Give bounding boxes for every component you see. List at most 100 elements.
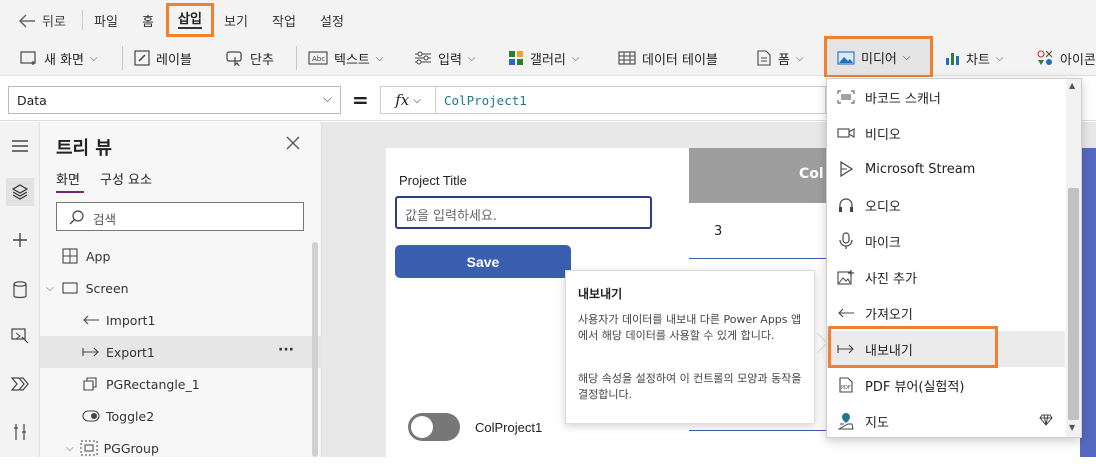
- chart-button[interactable]: 차트 ⌵: [944, 47, 1004, 69]
- menu-action[interactable]: 작업: [272, 11, 296, 30]
- tools-icon[interactable]: [6, 418, 34, 446]
- icons-button[interactable]: 아이콘: [1036, 47, 1096, 69]
- media-button[interactable]: 미디어 ⌵: [824, 36, 933, 78]
- project-title-input[interactable]: 값을 입력하세요.: [395, 196, 652, 229]
- tree-item-pgrectangle[interactable]: PGRectangle_1: [40, 368, 322, 400]
- menu-home[interactable]: 홈: [142, 11, 154, 30]
- tree-item-toggle2[interactable]: Toggle2: [40, 400, 322, 432]
- tab-screens[interactable]: 화면: [56, 169, 84, 193]
- text-label: 텍스트: [334, 52, 370, 68]
- menu-view[interactable]: 보기: [224, 11, 248, 30]
- media-item-audio[interactable]: 오디오: [827, 187, 1067, 223]
- close-icon[interactable]: [286, 136, 300, 150]
- chevron-down-icon: ⌵: [995, 52, 1004, 64]
- data-table-button[interactable]: 데이터 테이블: [618, 47, 718, 69]
- table-header-label: Col: [799, 166, 824, 182]
- gallery-label: 갤러리: [530, 52, 566, 68]
- formula-input[interactable]: ColProject1: [436, 86, 826, 114]
- hamburger-menu-icon[interactable]: [6, 132, 34, 160]
- text-button[interactable]: Abc 텍스트 ⌵: [308, 47, 383, 69]
- headphones-icon: [827, 197, 865, 213]
- media-item-label: 마이크: [865, 235, 901, 251]
- tooltip-title: 내보내기: [578, 287, 623, 301]
- layers-icon[interactable]: [6, 178, 34, 206]
- import-icon: [827, 308, 865, 318]
- group-icon: [80, 440, 98, 456]
- tree-item-pggroup[interactable]: ⌵ PGGroup: [40, 432, 322, 464]
- stream-icon: [827, 161, 865, 177]
- save-button[interactable]: Save: [395, 245, 571, 278]
- chevron-down-icon: ⌵: [571, 52, 580, 64]
- add-picture-icon: [827, 269, 865, 285]
- back-arrow-icon: [18, 13, 36, 28]
- form-button[interactable]: 폼 ⌵: [756, 47, 804, 69]
- tree-scrollbar[interactable]: [312, 242, 318, 457]
- media-item-label: 가져오기: [865, 307, 913, 323]
- plus-icon[interactable]: [6, 226, 34, 254]
- input-button[interactable]: 입력 ⌵: [414, 47, 476, 69]
- media-library-icon[interactable]: [6, 322, 34, 350]
- map-icon: [827, 412, 865, 430]
- media-item-add-picture[interactable]: 사진 추가: [827, 259, 1067, 295]
- table-icon: [618, 51, 636, 65]
- function-button[interactable]: fx ⌵: [380, 86, 436, 114]
- search-placeholder: 검색: [93, 212, 117, 227]
- back-button[interactable]: 뒤로: [18, 11, 66, 30]
- text-box-icon: Abc: [308, 51, 328, 65]
- scroll-down-icon[interactable]: ▼: [1069, 423, 1075, 432]
- media-item-microphone[interactable]: 마이크: [827, 223, 1067, 259]
- chevron-down-icon: ⌵: [66, 442, 74, 454]
- scroll-up-icon[interactable]: ▲: [1069, 81, 1075, 90]
- power-automate-icon[interactable]: [6, 370, 34, 398]
- import-icon: [82, 315, 100, 325]
- chevron-down-icon: ⌵: [902, 52, 911, 63]
- dropdown-scrollbar-thumb[interactable]: [1068, 188, 1079, 420]
- chevron-down-icon: ⌵: [375, 52, 384, 64]
- media-item-map[interactable]: 지도: [827, 403, 1067, 439]
- media-item-barcode-scanner[interactable]: 바코드 스캐너: [827, 79, 1067, 115]
- equals-sign: =: [352, 88, 369, 112]
- button-button[interactable]: 단추: [226, 47, 274, 69]
- tree-item-screen[interactable]: ⌵ Screen: [40, 272, 322, 304]
- menu-insert-label: 삽입: [178, 12, 202, 29]
- gallery-button[interactable]: 갤러리 ⌵: [508, 47, 579, 69]
- new-screen-button[interactable]: 새 화면 ⌵: [20, 47, 98, 69]
- media-item-video[interactable]: 비디오: [827, 115, 1067, 151]
- toolbar-divider: [296, 46, 297, 70]
- media-item-label: PDF 뷰어(실험적): [865, 379, 965, 395]
- tree-item-import1[interactable]: Import1: [40, 304, 322, 336]
- media-item-pdf-viewer[interactable]: PDF PDF 뷰어(실험적): [827, 367, 1067, 403]
- tree-item-app[interactable]: App: [40, 240, 322, 272]
- media-item-label: 지도: [865, 415, 889, 431]
- video-icon: [827, 127, 865, 139]
- toggle-knob: [411, 416, 433, 438]
- more-options-icon[interactable]: ···: [278, 342, 294, 358]
- gallery-icon: [508, 50, 524, 66]
- tree-item-label: Toggle2: [106, 408, 155, 424]
- chevron-down-icon: ⌵: [413, 94, 421, 106]
- label-button[interactable]: 레이블: [134, 47, 192, 69]
- new-screen-icon: [20, 50, 38, 66]
- label-edit-icon: [134, 50, 150, 66]
- tree-view-panel: 트리 뷰 화면 구성 요소 검색 App ⌵ Screen Import1 Ex…: [40, 122, 322, 457]
- menu-settings[interactable]: 설정: [320, 11, 344, 30]
- property-dropdown[interactable]: Data ⌵: [8, 86, 341, 114]
- bar-chart-icon: [944, 50, 960, 66]
- button-label: 단추: [250, 52, 274, 68]
- menu-file[interactable]: 파일: [94, 11, 118, 30]
- tab-screens-label: 화면: [56, 173, 80, 188]
- media-item-stream[interactable]: Microsoft Stream: [827, 151, 1067, 187]
- tree-item-export1[interactable]: Export1 ···: [40, 336, 322, 368]
- database-icon[interactable]: [6, 276, 34, 304]
- tab-components[interactable]: 구성 요소: [100, 169, 152, 188]
- tree-search-input[interactable]: 검색: [56, 202, 304, 231]
- toolbar-divider: [122, 46, 123, 70]
- export-icon: [82, 347, 100, 357]
- menu-divider: [82, 10, 83, 30]
- tree-item-label: PGGroup: [103, 440, 159, 456]
- toggle-label: ColProject1: [475, 420, 543, 435]
- chevron-down-icon: ⌵: [795, 52, 804, 64]
- toggle-switch[interactable]: [408, 413, 460, 441]
- search-icon: [69, 209, 85, 225]
- menu-insert[interactable]: 삽입: [166, 3, 214, 37]
